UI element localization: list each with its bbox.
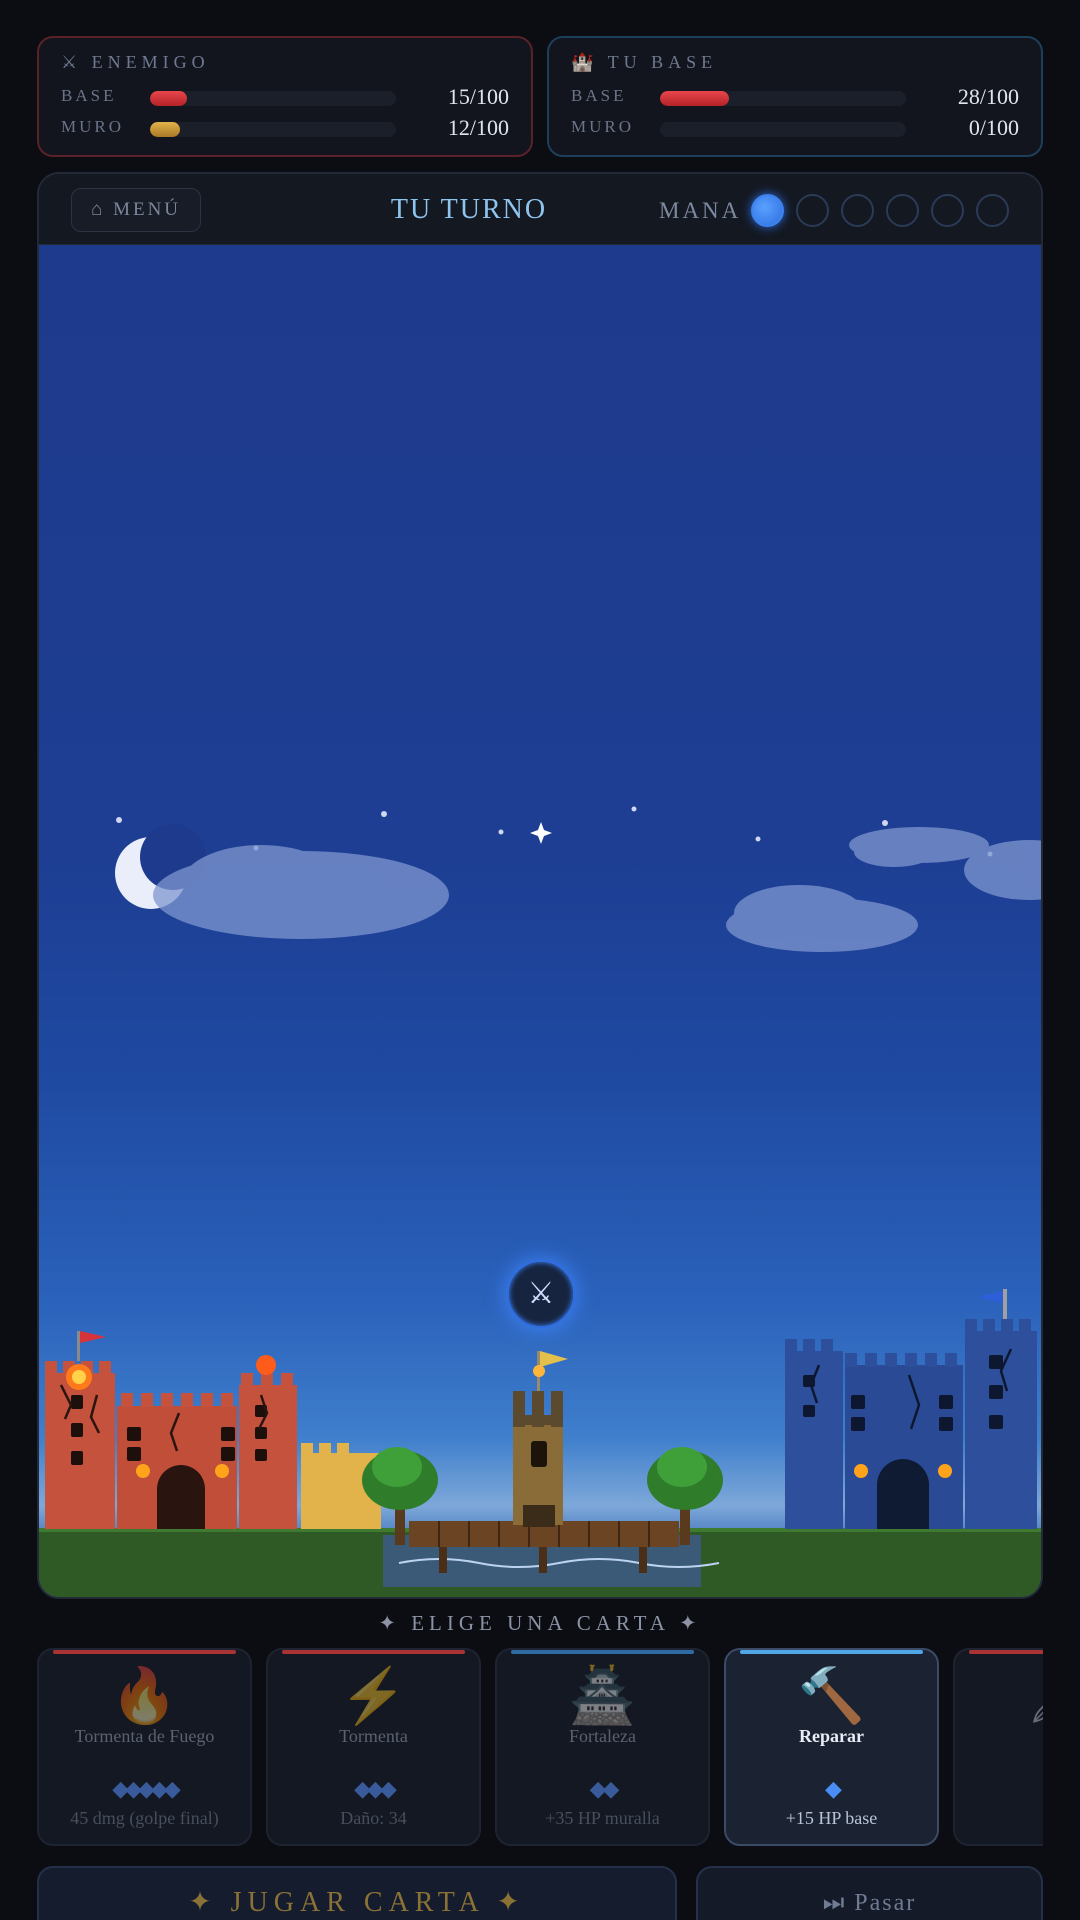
fire-icon: 🔥 [110,1666,179,1726]
card-cost: ◆ [825,1776,842,1801]
card-name: Tormenta [339,1726,408,1746]
player-wall-row: MURO 0/100 [571,115,1019,141]
mana-orb-empty [796,194,829,227]
mana-label: MANA [659,198,742,223]
card-stripe [282,1650,465,1654]
enemy-panel-title: ⚔ ENEMIGO [61,52,210,72]
card-stripe [511,1650,694,1654]
mana-orb-empty [976,194,1009,227]
status-row: ⚔ ENEMIGO BASE 15/100 MURO 12/100 🏰 TU B… [37,36,1043,157]
enemy-status-panel: ⚔ ENEMIGO BASE 15/100 MURO 12/100 [37,36,533,157]
fortress-icon: 🏯 [568,1666,637,1726]
player-wall-bar [660,122,906,137]
watchtower [513,1351,568,1527]
card-stripe [740,1650,923,1654]
pass-turn-button[interactable]: ⏭ Pasar [696,1866,1043,1920]
mana-orb-empty [931,194,964,227]
enemy-castle [45,1331,297,1529]
mana-orb-full [751,194,784,227]
card-partial[interactable]: 🗡 Em ◆ Da [953,1648,1043,1846]
card-cost: ◆ [955,1776,1043,1802]
card-stripe [969,1650,1043,1654]
card-name: Tormenta de Fuego [74,1726,215,1746]
crossed-swords-icon: ⚔ [527,1277,555,1310]
enemy-wall-bar [150,122,396,137]
choose-card-prompt: ✦ ELIGE UNA CARTA ✦ [378,1611,702,1635]
player-base-label: BASE [571,86,627,105]
player-base-row: BASE 28/100 [571,84,1019,110]
player-panel-title: 🏰 TU BASE [571,52,718,72]
card-effect: +35 HP muralla [545,1808,660,1828]
card-name: Reparar [799,1726,864,1746]
card-fire-storm[interactable]: 🔥 Tormenta de Fuego ◆◆◆◆◆ 45 dmg (golpe … [37,1648,252,1846]
enemy-base-bar [150,91,396,106]
card-repair[interactable]: 🔨 Reparar ◆ +15 HP base [724,1648,939,1846]
card-name: Em [955,1726,1043,1747]
sword-icon: 🗡 [955,1664,1043,1728]
player-castle [785,1289,1037,1529]
enemy-wall-bar-fill [150,122,180,137]
play-card-button[interactable]: ✦ JUGAR CARTA ✦ [37,1866,677,1920]
card-stripe [53,1650,236,1654]
enemy-base-bar-fill [150,91,187,106]
player-status-panel: 🏰 TU BASE BASE 28/100 MURO 0/100 [547,36,1043,157]
enemy-wall-row: MURO 12/100 [61,115,509,141]
card-cost: ◆◆ [589,1776,620,1801]
card-name: Fortaleza [569,1726,636,1746]
mana-orb-empty [841,194,874,227]
enemy-base-value: 15/100 [447,84,509,109]
menu-button[interactable]: ⌂ MENÚ [71,188,201,232]
card-effect: Da [955,1808,1043,1829]
turn-indicator: TU TURNO [390,194,548,225]
mana-orb-empty [886,194,919,227]
hammer-icon: 🔨 [797,1666,866,1726]
card-cost: ◆◆◆ [354,1776,397,1801]
battlefield-scene: ⚔ [39,245,1041,1597]
attack-button[interactable]: ⚔ [507,1260,575,1328]
clouds [153,827,1041,952]
card-effect: 45 dmg (golpe final) [70,1808,219,1828]
player-wall-value: 0/100 [968,115,1019,140]
turn-bar: ⌂ MENÚ TU TURNO MANA [39,174,1041,245]
card-storm[interactable]: ⚡ Tormenta ◆◆◆ Daño: 34 [266,1648,481,1846]
card-effect: +15 HP base [785,1808,878,1828]
card-cost: ◆◆◆◆◆ [112,1776,181,1801]
enemy-wall-label: MURO [61,117,125,136]
enemy-base-label: BASE [61,86,117,105]
card-hand: 🔥 Tormenta de Fuego ◆◆◆◆◆ 45 dmg (golpe … [37,1648,1043,1846]
player-base-value: 28/100 [957,84,1019,109]
player-wall-label: MURO [571,117,635,136]
game-board: ⌂ MENÚ TU TURNO MANA ⚔ [37,172,1043,1599]
lightning-icon: ⚡ [339,1666,408,1726]
player-base-bar-fill [660,91,729,106]
enemy-base-row: BASE 15/100 [61,84,509,110]
scene-art [39,806,1041,1597]
card-fortress[interactable]: 🏯 Fortaleza ◆◆ +35 HP muralla [495,1648,710,1846]
player-base-bar [660,91,906,106]
enemy-wall-value: 12/100 [447,115,509,140]
card-effect: Daño: 34 [340,1808,407,1828]
